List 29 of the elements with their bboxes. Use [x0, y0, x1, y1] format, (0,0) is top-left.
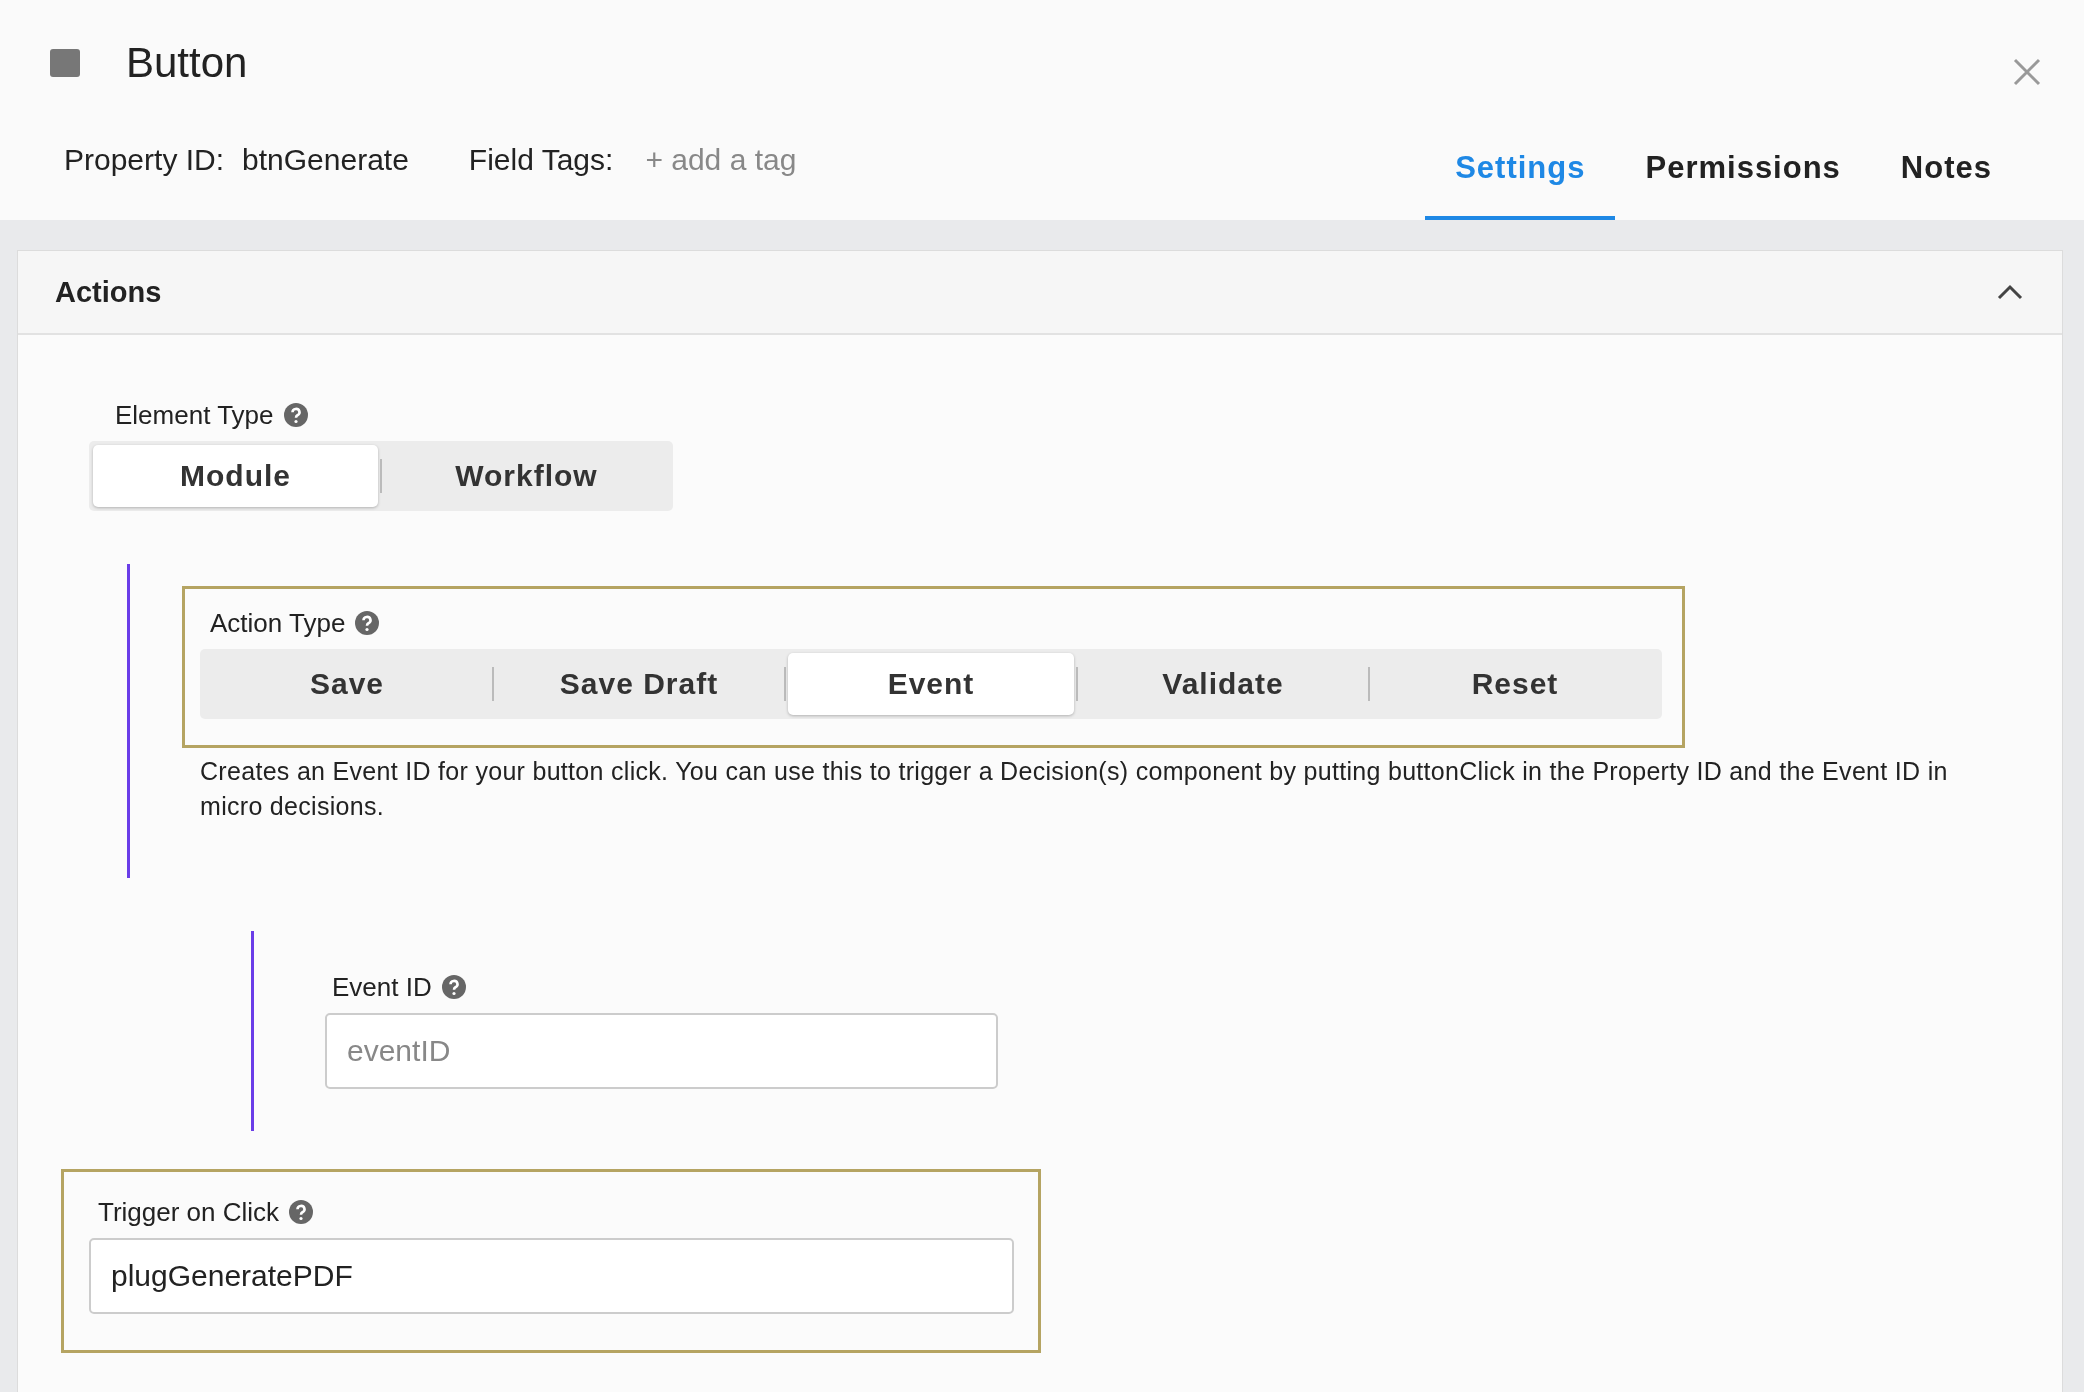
segment-option[interactable]: Save: [204, 653, 490, 715]
tab[interactable]: Permissions: [1615, 116, 1871, 220]
field-tags-label: Field Tags:: [468, 143, 614, 177]
field-label: Element Type: [115, 399, 274, 431]
help-icon[interactable]: [289, 1200, 314, 1224]
panel-header[interactable]: Actions: [18, 251, 2062, 335]
square-icon: [50, 49, 80, 77]
field-label: Action Type: [210, 607, 346, 639]
window-title: Button: [126, 39, 248, 87]
chevron-icon[interactable]: [1996, 283, 2024, 301]
field-label: Event ID: [332, 971, 432, 1003]
segment-option[interactable]: Save Draft: [496, 653, 782, 715]
segment-option[interactable]: Module: [93, 445, 378, 507]
segment-option[interactable]: Reset: [1372, 653, 1658, 715]
property-id-value: btnGenerate: [242, 143, 409, 177]
trigger-field[interactable]: plugGeneratePDF: [89, 1238, 1014, 1314]
event-id-field[interactable]: eventID: [325, 1013, 998, 1089]
property-id-label: Property ID:: [64, 143, 225, 177]
segment-option[interactable]: Workflow: [384, 445, 669, 507]
field-label: Trigger on Click: [98, 1196, 280, 1228]
segment-option[interactable]: Event: [788, 653, 1074, 715]
tab[interactable]: Notes: [1870, 116, 2022, 220]
tab[interactable]: Settings: [1425, 116, 1616, 220]
description-text: Creates an Event ID for your button click. You can use this to trigger a Decision(s) component by putting buttonClick in the Property ID and the Event ID in micro decisions.: [200, 756, 1949, 822]
close-icon[interactable]: [2012, 57, 2042, 87]
help-icon[interactable]: [441, 975, 466, 999]
segment-option[interactable]: Validate: [1080, 653, 1366, 715]
help-icon[interactable]: [283, 403, 308, 427]
help-icon[interactable]: [355, 611, 380, 635]
